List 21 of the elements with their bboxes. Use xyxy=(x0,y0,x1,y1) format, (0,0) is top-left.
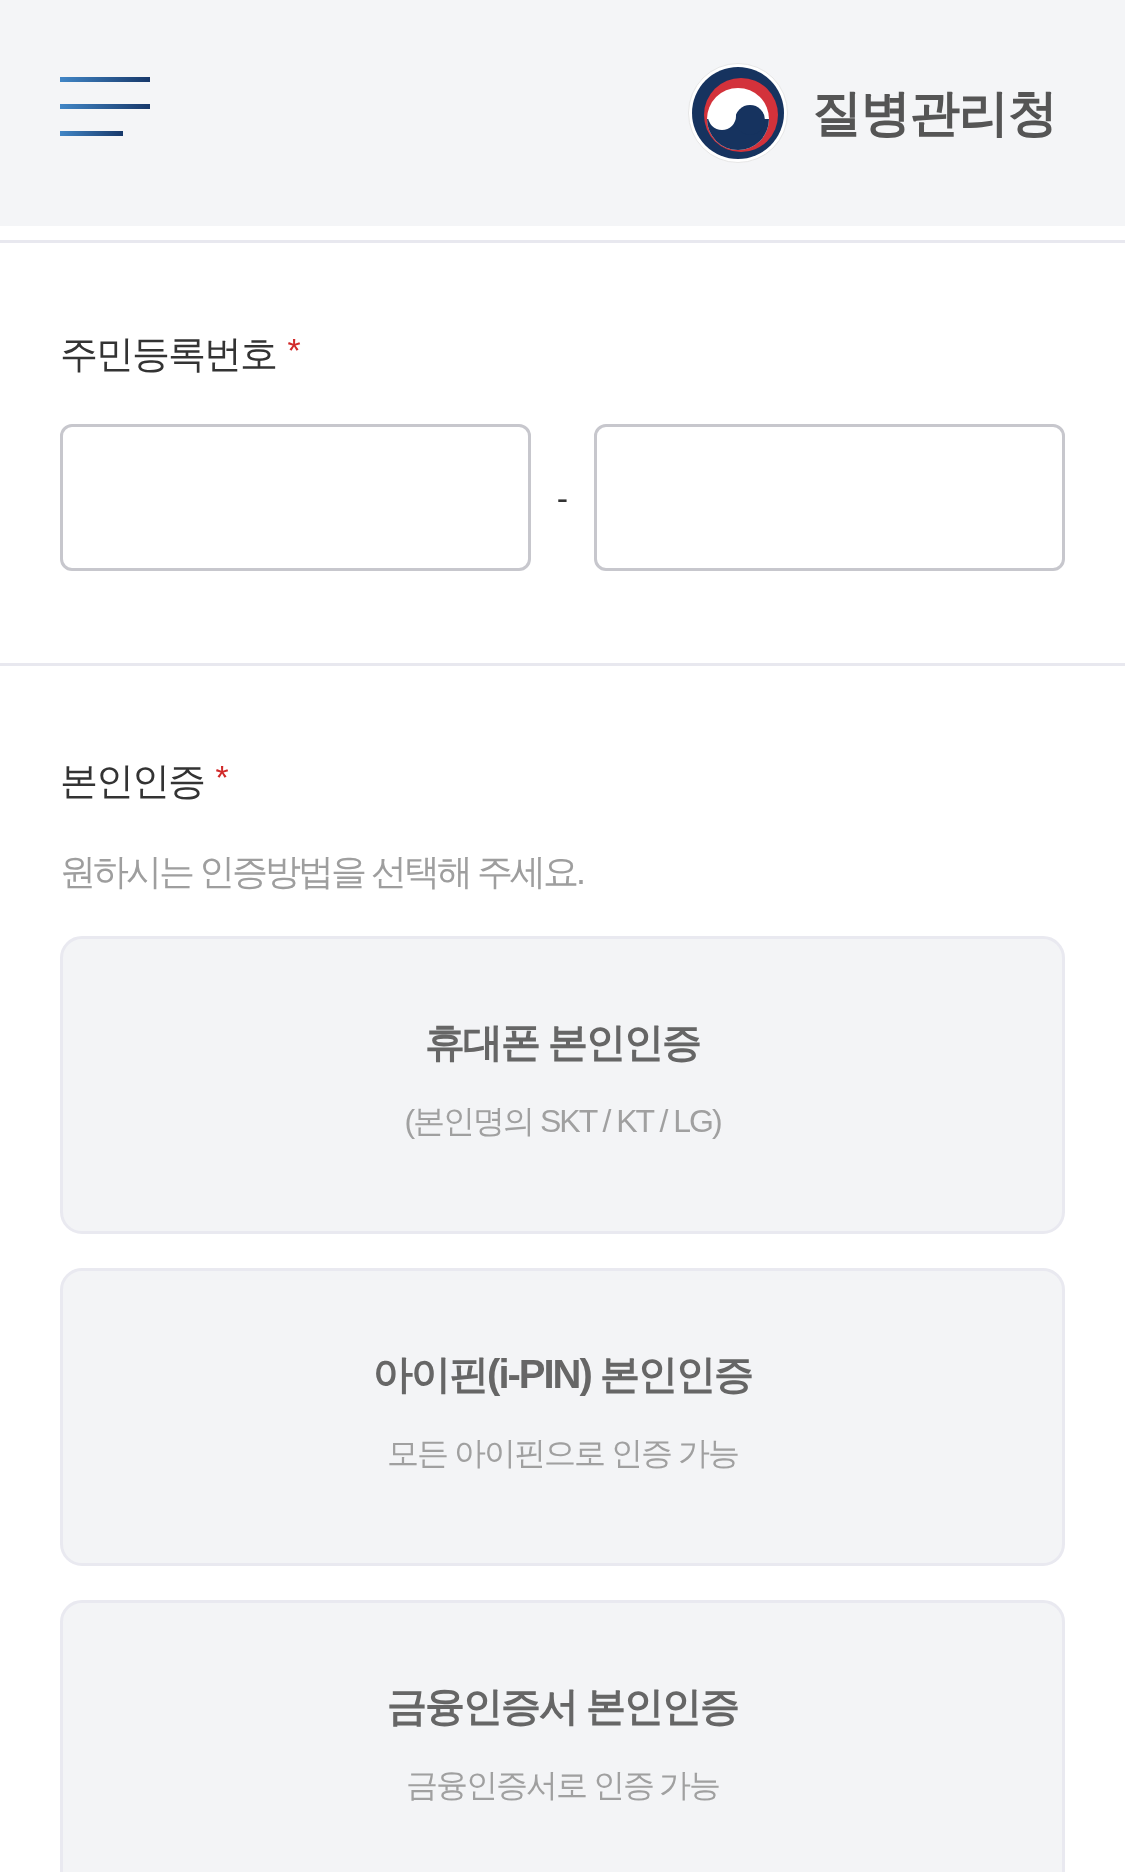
hint-text: 원하시는 인증방법을 선택해 주세요. xyxy=(60,850,584,894)
required-asterisk: * xyxy=(214,757,228,798)
option-title: 아이핀(i-PIN) 본인인증 xyxy=(373,1351,752,1398)
verification-option-card[interactable]: 금융인증서 본인인증 금융인증서로 인증 가능 xyxy=(60,1600,1065,1872)
brand-name: 질병관리청 xyxy=(812,84,1057,143)
menu-button[interactable] xyxy=(60,76,150,136)
menu-icon xyxy=(60,76,150,136)
option-subtitle: 금융인증서로 인증 가능 xyxy=(405,1766,720,1805)
field-label: 본인인증 xyxy=(60,759,204,804)
option-subtitle: (본인명의 SKT / KT / LG) xyxy=(404,1102,721,1141)
field-label: 주민등록번호 xyxy=(60,332,276,377)
verification-option-card[interactable]: 아이핀(i-PIN) 본인인증 모든 아이핀으로 인증 가능 xyxy=(60,1268,1065,1566)
input-field[interactable] xyxy=(594,424,1065,571)
option-title: 휴대폰 본인인증 xyxy=(424,1019,701,1066)
verification-option-card[interactable]: 휴대폰 본인인증 (본인명의 SKT / KT / LG) xyxy=(60,936,1065,1234)
required-asterisk: * xyxy=(286,330,300,371)
input-field[interactable] xyxy=(60,424,531,571)
option-subtitle: 모든 아이핀으로 인증 가능 xyxy=(387,1434,738,1473)
hyphen-text: - xyxy=(555,477,570,518)
swirl-emblem-icon xyxy=(688,63,788,163)
option-title: 금융인증서 본인인증 xyxy=(386,1683,739,1730)
